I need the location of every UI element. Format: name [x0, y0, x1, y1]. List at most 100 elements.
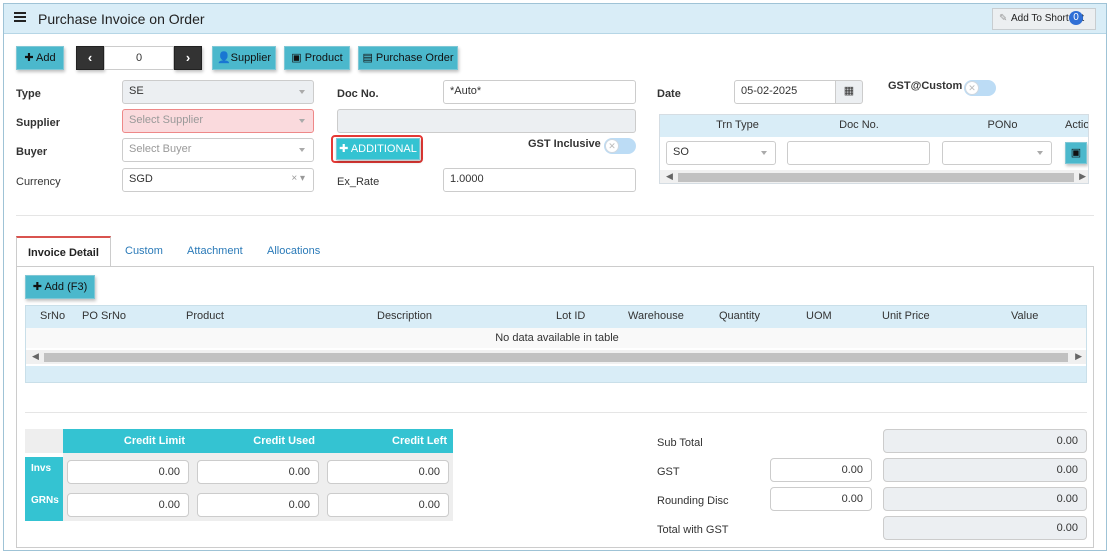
trn-type-value: SO — [673, 146, 689, 158]
scroll-right-icon[interactable]: ▶ — [1079, 171, 1086, 182]
add-to-shortcut-button[interactable]: ✎ Add To ShortCut 0 — [992, 8, 1096, 30]
currency-value: SGD — [129, 173, 153, 185]
grns-credit-limit[interactable]: 0.00 — [67, 493, 189, 517]
scroll-left-icon[interactable]: ◀ — [32, 351, 39, 362]
user-icon: 👤 — [216, 52, 231, 64]
trn-type-select[interactable]: SO — [666, 141, 776, 165]
detail-scrollbar[interactable]: ◀ ▶ — [26, 350, 1086, 364]
buyer-placeholder: Select Buyer — [129, 143, 192, 155]
tab-attachment[interactable]: Attachment — [187, 236, 243, 267]
title-bar: Purchase Invoice on Order ✎ Add To Short… — [4, 4, 1106, 34]
rounding-input[interactable]: 0.00 — [770, 487, 872, 511]
type-select[interactable]: SE — [122, 80, 314, 104]
empty-table-message: No data available in table — [26, 328, 1086, 348]
chevron-down-icon — [761, 151, 767, 155]
invs-credit-left[interactable]: 0.00 — [327, 460, 449, 484]
supplier-label: Supplier — [16, 117, 61, 129]
subtotal-value: 0.00 — [883, 429, 1087, 453]
add-label: Add — [36, 52, 56, 64]
tab-panel: ✚ Add (F3) SrNo PO SrNo Product Descript… — [16, 266, 1094, 548]
save-row-button[interactable]: ▣ — [1065, 142, 1087, 164]
col-uom: UOM — [806, 310, 832, 322]
supplier-button-label: Supplier — [230, 52, 272, 64]
gst-inclusive-toggle[interactable]: ✕ — [604, 138, 636, 154]
subtotal-label: Sub Total — [657, 437, 703, 449]
supplier-select[interactable]: Select Supplier — [122, 109, 314, 133]
product-button-label: Product — [304, 52, 343, 64]
scrollbar-thumb[interactable] — [44, 353, 1068, 362]
col-po-srno: PO SrNo — [82, 310, 127, 322]
gst-input[interactable]: 0.00 — [770, 458, 872, 482]
prev-record-button[interactable]: ‹ — [76, 46, 104, 70]
toggle-knob: ✕ — [965, 81, 979, 95]
date-input[interactable]: 05-02-2025 — [734, 80, 836, 104]
tab-invoice-detail[interactable]: Invoice Detail — [16, 236, 111, 267]
tab-allocations[interactable]: Allocations — [267, 236, 320, 267]
chevron-right-icon: › — [185, 50, 191, 65]
gst-custom-label: GST@Custom — [888, 80, 963, 92]
save-icon: ▣ — [1070, 147, 1082, 159]
purchase-order-button[interactable]: ▤ Purchase Order — [358, 46, 458, 70]
currency-select[interactable]: SGD × ▾ — [122, 168, 314, 192]
date-label: Date — [657, 88, 681, 100]
credit-corner — [25, 429, 63, 453]
grns-credit-left[interactable]: 0.00 — [327, 493, 449, 517]
invs-label: Invs — [25, 457, 63, 489]
col-product: Product — [186, 310, 224, 322]
tab-custom[interactable]: Custom — [125, 236, 163, 267]
product-button[interactable]: ▣ Product — [284, 46, 350, 70]
pencil-icon: ✎ — [999, 13, 1008, 24]
gst-custom-toggle[interactable]: ✕ — [964, 80, 996, 96]
exrate-label: Ex_Rate — [337, 176, 380, 188]
scroll-right-icon[interactable]: ▶ — [1075, 351, 1082, 362]
chevron-left-icon: ‹ — [87, 50, 93, 65]
trn-table: Trn Type Doc No. PONo Action SO ▣ ◀ ▶ — [659, 114, 1089, 184]
additional-button[interactable]: ✚ ADDITIONAL — [336, 138, 420, 160]
invs-credit-limit[interactable]: 0.00 — [67, 460, 189, 484]
divider — [16, 215, 1094, 216]
document-icon: ▤ — [362, 52, 373, 64]
grns-credit-used[interactable]: 0.00 — [197, 493, 319, 517]
scrollbar-thumb[interactable] — [678, 173, 1074, 182]
invs-credit-used[interactable]: 0.00 — [197, 460, 319, 484]
total-value: 0.00 — [883, 516, 1087, 540]
gst-value: 0.00 — [883, 458, 1087, 482]
docno-input[interactable]: *Auto* — [443, 80, 636, 104]
exrate-input[interactable]: 1.0000 — [443, 168, 636, 192]
rounding-label: Rounding Disc — [657, 495, 729, 507]
clear-icon[interactable]: × ▾ — [291, 173, 305, 184]
additional-label: ADDITIONAL — [350, 143, 417, 155]
add-detail-button[interactable]: ✚ Add (F3) — [25, 275, 95, 299]
type-value: SE — [129, 85, 144, 97]
trn-docno-input[interactable] — [787, 141, 930, 165]
col-pono: PONo — [987, 119, 1018, 131]
total-label: Total with GST — [657, 524, 729, 536]
plus-icon: ✚ — [24, 52, 34, 64]
pono-select[interactable] — [942, 141, 1052, 165]
credit-left-header: Credit Left — [321, 429, 453, 453]
po-button-label: Purchase Order — [375, 52, 454, 64]
supplier-details-field — [337, 109, 636, 133]
docno-label: Doc No. — [337, 88, 379, 100]
col-doc-no: Doc No. — [839, 119, 879, 131]
col-quantity: Quantity — [719, 310, 760, 322]
divider — [25, 412, 1087, 413]
supplier-placeholder: Select Supplier — [129, 114, 203, 126]
rounding-value: 0.00 — [883, 487, 1087, 511]
calendar-icon[interactable]: ▦ — [835, 80, 863, 104]
col-srno: SrNo — [40, 310, 66, 322]
chevron-down-icon — [1037, 151, 1043, 155]
col-lot-id: Lot ID — [556, 310, 586, 322]
buyer-select[interactable]: Select Buyer — [122, 138, 314, 162]
record-number-input[interactable]: 0 — [104, 46, 174, 70]
trn-scrollbar[interactable]: ◀ ▶ — [660, 170, 1088, 183]
supplier-button[interactable]: 👤Supplier — [212, 46, 276, 70]
plus-icon: ✚ — [32, 281, 42, 293]
col-warehouse: Warehouse — [628, 310, 684, 322]
col-value: Value — [1011, 310, 1039, 322]
hamburger-menu-icon[interactable] — [14, 12, 26, 22]
chevron-down-icon — [299, 148, 305, 152]
scroll-left-icon[interactable]: ◀ — [666, 171, 673, 182]
add-button[interactable]: ✚ Add — [16, 46, 64, 70]
next-record-button[interactable]: › — [174, 46, 202, 70]
